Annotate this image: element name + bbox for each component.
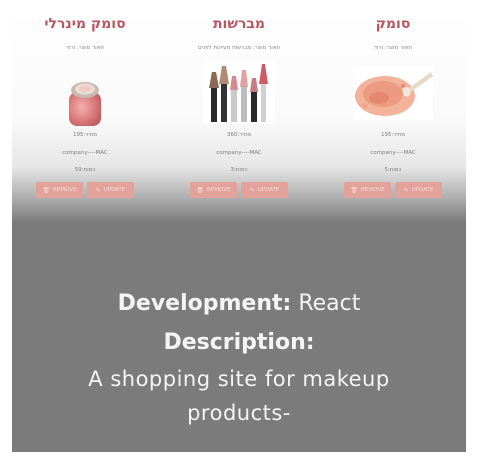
development-line: Development: React [12,291,466,316]
product-card: סומק מינרלי תאור מוצר: ורוד מחיר:195 com… [20,12,150,217]
screenshot-frame: סומק מינרלי תאור מוצר: ורוד מחיר:195 com… [12,12,466,452]
update-button[interactable]: ✎ UPDATE [395,182,442,198]
product-description: תאור מוצר: ורוד [374,45,412,51]
remove-button[interactable]: 🗑 REMOVE [190,182,237,198]
trash-icon: 🗑 [196,186,205,194]
description-label: Description: [163,330,315,355]
card-actions: 🗑 REMOVE ✎ UPDATE [344,182,442,198]
product-description: תאור מוצר: מברשות מעיינות לפנים [198,45,280,51]
product-title: סומק [375,16,411,32]
trash-icon: 🗑 [42,186,51,194]
blush-pot-image [65,74,105,132]
update-button[interactable]: ✎ UPDATE [87,182,134,198]
product-title: סומק מינרלי [44,16,126,32]
product-card: מברשות תאור מוצר: מברשות מעיינות לפנים מ… [174,12,304,217]
shop-product-grid: סומק מינרלי תאור מוצר: ורוד מחיר:195 com… [12,12,466,222]
description-text-line1: A shopping site for makeup [88,367,390,391]
product-company: company----MAC [216,150,262,156]
product-price: מחיר:360 [226,132,252,138]
development-label: Development: [117,291,292,316]
remove-button[interactable]: 🗑 REMOVE [36,182,83,198]
description-text-line2: products- [187,401,291,425]
edit-icon: ✎ [249,186,255,194]
remove-label: REMOVE [207,187,231,193]
development-value: React [298,291,361,316]
update-label: UPDATE [257,187,280,193]
edit-icon: ✎ [95,186,101,194]
blush-powder-image [353,66,433,124]
card-actions: 🗑 REMOVE ✎ UPDATE [190,182,288,198]
edit-icon: ✎ [403,186,409,194]
trash-icon: 🗑 [350,186,359,194]
update-label: UPDATE [103,187,126,193]
product-company: company----MAC [62,150,108,156]
product-description: תאור מוצר: ורוד [66,45,104,51]
product-amount: כמות:59 [74,167,96,173]
card-actions: 🗑 REMOVE ✎ UPDATE [36,182,134,198]
product-company: company----MAC [370,150,416,156]
remove-label: REMOVE [361,187,385,193]
remove-label: REMOVE [53,187,77,193]
product-title: מברשות [212,16,266,32]
update-label: UPDATE [411,187,434,193]
product-price: מחיר:195 [380,132,406,138]
product-card: סומק תאור מוצר: ורוד מחיר:195 company---… [328,12,458,217]
remove-button[interactable]: 🗑 REMOVE [344,182,391,198]
brushes-image [203,62,275,128]
update-button[interactable]: ✎ UPDATE [241,182,288,198]
product-price: מחיר:195 [72,132,98,138]
product-amount: כמות:3 [230,167,248,173]
product-amount: כמות:5 [384,167,402,173]
